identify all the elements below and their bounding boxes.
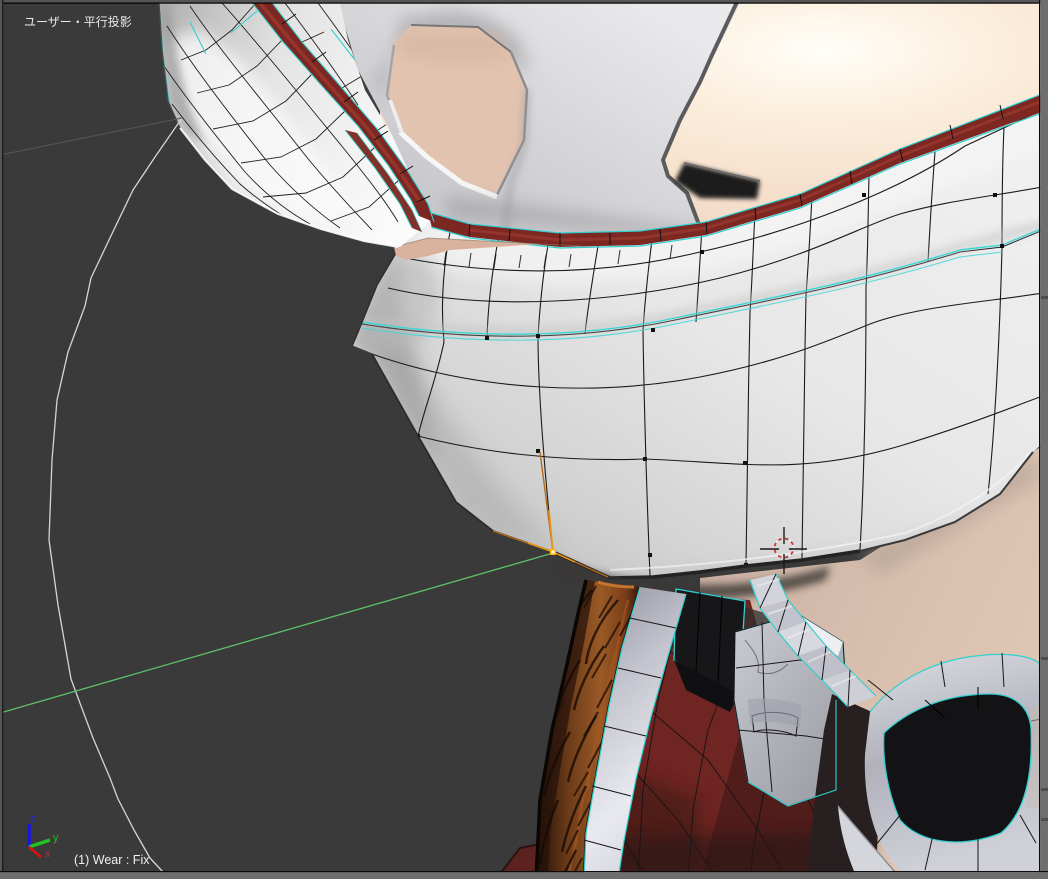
svg-text:z: z bbox=[30, 813, 36, 825]
svg-text:(1) Wear : Fix: (1) Wear : Fix bbox=[74, 853, 150, 867]
svg-text:x: x bbox=[45, 848, 51, 860]
svg-text:ユーザー・平行投影: ユーザー・平行投影 bbox=[24, 14, 132, 29]
svg-text:y: y bbox=[53, 832, 59, 844]
